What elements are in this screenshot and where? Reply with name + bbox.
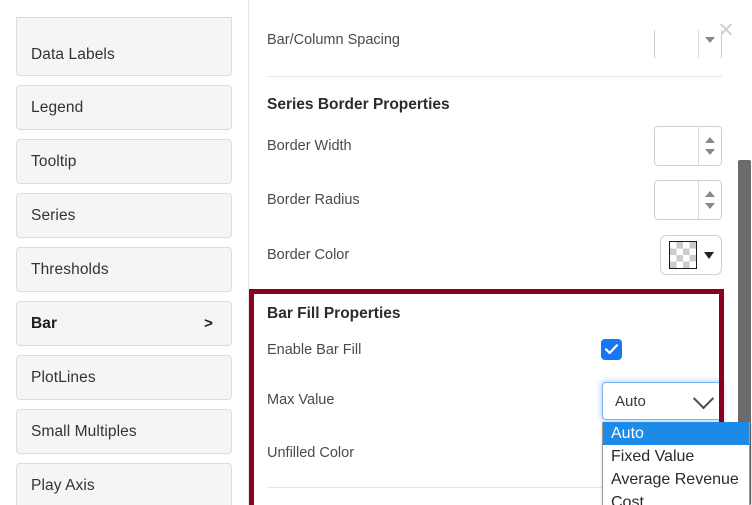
chevron-up-icon[interactable]	[705, 137, 715, 143]
transparent-swatch-icon	[668, 241, 697, 269]
border-width-stepper[interactable]	[654, 126, 722, 166]
option-fixed-value[interactable]: Fixed Value	[603, 445, 749, 468]
border-width-row: Border Width	[267, 126, 722, 166]
enable-bar-fill-row: Enable Bar Fill	[267, 340, 722, 359]
sidebar-item-label: Data Labels	[31, 46, 115, 63]
max-value-row: Max Value Auto Auto Fixed Value Average …	[267, 382, 750, 505]
border-width-input[interactable]	[655, 127, 698, 165]
sidebar-item-plotlines[interactable]: PlotLines	[16, 355, 232, 400]
section-divider	[267, 76, 722, 77]
border-color-label: Border Color	[267, 247, 350, 263]
bar-column-spacing-stepper[interactable]	[654, 30, 722, 58]
bar-settings-panel: ✕ Bar/Column Spacing Series Border Prope…	[248, 0, 752, 505]
sidebar-item-label: Play Axis	[31, 476, 95, 494]
max-value-select-wrap: Auto Auto Fixed Value Average Revenue Co…	[602, 382, 750, 505]
sidebar-item-label: Small Multiples	[31, 422, 137, 440]
enable-bar-fill-label: Enable Bar Fill	[267, 341, 362, 358]
sidebar-item-label: Bar	[31, 314, 58, 332]
series-border-properties-header: Series Border Properties	[267, 96, 722, 114]
app-stage: Data Labels Legend Tooltip Series Thresh…	[0, 0, 752, 505]
chevron-down-icon	[703, 251, 714, 259]
section-title: Bar Fill Properties	[267, 305, 401, 322]
max-value-selected-text: Auto	[615, 392, 646, 410]
chevron-down-icon[interactable]	[705, 203, 715, 209]
max-value-select[interactable]: Auto	[602, 382, 722, 420]
chevron-down-icon[interactable]	[705, 37, 715, 43]
chevron-right-icon: >	[204, 315, 213, 332]
sidebar-item-label: Series	[31, 206, 76, 224]
chevron-up-icon[interactable]	[705, 191, 715, 197]
sidebar-item-label: Thresholds	[31, 260, 109, 278]
stepper-arrows[interactable]	[698, 181, 721, 219]
stepper-arrows[interactable]	[698, 127, 721, 165]
option-auto[interactable]: Auto	[603, 422, 749, 445]
border-radius-stepper[interactable]	[654, 180, 722, 220]
section-title: Series Border Properties	[267, 96, 450, 113]
bar-column-spacing-input[interactable]	[655, 30, 698, 58]
sidebar-item-series[interactable]: Series	[16, 193, 232, 238]
bar-column-spacing-row: Bar/Column Spacing	[267, 30, 722, 58]
border-width-label: Border Width	[267, 138, 352, 154]
sidebar-item-label: Tooltip	[31, 152, 77, 170]
option-average-revenue[interactable]: Average Revenue	[603, 468, 749, 491]
sidebar-item-small-multiples[interactable]: Small Multiples	[16, 409, 232, 454]
border-color-row: Border Color	[267, 235, 722, 275]
enable-bar-fill-checkbox[interactable]	[602, 340, 621, 359]
sidebar-item-play-axis[interactable]: Play Axis	[16, 463, 232, 505]
chevron-down-icon	[692, 387, 715, 409]
bar-column-spacing-label: Bar/Column Spacing	[267, 32, 400, 48]
sidebar-item-tooltip[interactable]: Tooltip	[16, 139, 232, 184]
chevron-down-icon[interactable]	[705, 149, 715, 155]
sidebar-item-label: PlotLines	[31, 368, 96, 386]
section-divider	[267, 290, 722, 291]
max-value-options-list[interactable]: Auto Fixed Value Average Revenue Cost	[602, 422, 750, 505]
unfilled-color-label: Unfilled Color	[267, 445, 355, 461]
border-radius-input[interactable]	[655, 181, 698, 219]
sidebar-item-data-labels[interactable]: Data Labels	[16, 17, 232, 76]
sidebar-item-legend[interactable]: Legend	[16, 85, 232, 130]
max-value-label: Max Value	[267, 392, 335, 408]
bar-fill-properties-header: Bar Fill Properties	[267, 305, 722, 323]
settings-sidebar: Data Labels Legend Tooltip Series Thresh…	[16, 17, 232, 505]
sidebar-item-bar[interactable]: Bar >	[16, 301, 232, 346]
sidebar-item-label: Legend	[31, 98, 84, 116]
option-cost[interactable]: Cost	[603, 491, 749, 505]
sidebar-item-thresholds[interactable]: Thresholds	[16, 247, 232, 292]
border-color-picker[interactable]	[660, 235, 722, 275]
border-radius-label: Border Radius	[267, 192, 360, 208]
border-radius-row: Border Radius	[267, 180, 722, 220]
stepper-arrows[interactable]	[698, 30, 721, 58]
